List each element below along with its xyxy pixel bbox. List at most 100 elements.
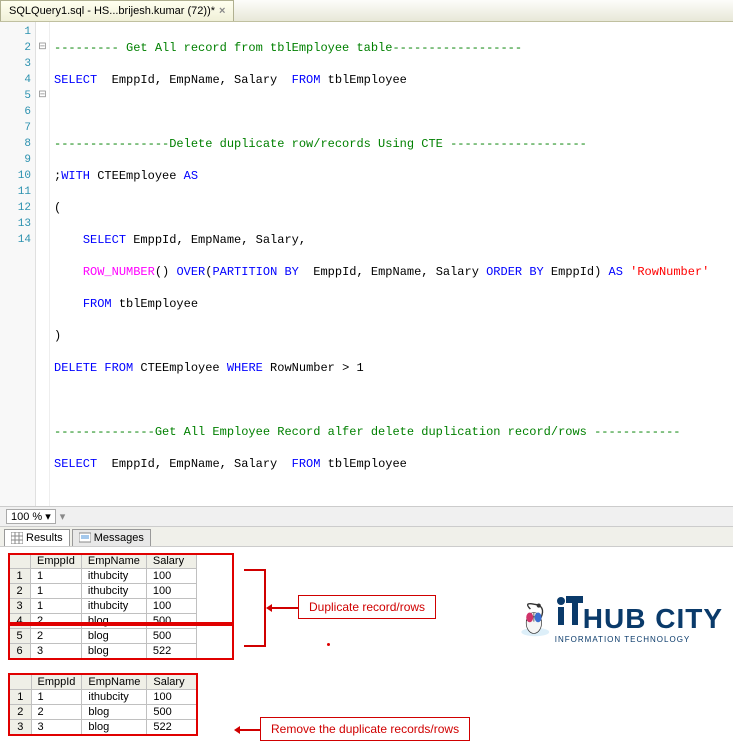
- cell[interactable]: 1: [31, 569, 82, 584]
- grid-corner: [9, 554, 31, 569]
- code-text: tblEmployee: [320, 457, 406, 471]
- col-header[interactable]: Salary: [146, 554, 196, 569]
- cell[interactable]: 3: [31, 720, 82, 736]
- table-row[interactable]: 21ithubcity100: [9, 584, 197, 599]
- row-header[interactable]: 3: [9, 599, 31, 614]
- code-text: RowNumber > 1: [263, 361, 364, 375]
- code-string: 'RowNumber': [630, 265, 709, 279]
- cell[interactable]: blog: [81, 629, 146, 644]
- cell[interactable]: ithubcity: [81, 569, 146, 584]
- line-gutter: 1234567891011121314: [0, 22, 36, 506]
- code-kw: WITH: [61, 169, 90, 183]
- cell[interactable]: blog: [81, 644, 146, 659]
- row-header[interactable]: 1: [9, 569, 31, 584]
- col-header[interactable]: Salary: [147, 674, 197, 690]
- code-text: CTEEmployee: [133, 361, 227, 375]
- result-grid-1[interactable]: EmppId EmpName Salary 11ithubcity10021it…: [8, 553, 197, 659]
- row-header[interactable]: 2: [9, 584, 31, 599]
- cell[interactable]: blog: [82, 720, 147, 736]
- code-kw: PARTITION BY: [212, 265, 298, 279]
- row-header[interactable]: 3: [9, 720, 31, 736]
- cell[interactable]: 3: [31, 644, 82, 659]
- code-kw: SELECT: [83, 233, 126, 247]
- cell[interactable]: 2: [31, 614, 82, 629]
- annotation-arrow: [236, 729, 260, 731]
- code-kw: SELECT: [54, 457, 97, 471]
- code-text: EmppId, EmpName, Salary: [299, 265, 486, 279]
- code-kw: FROM: [83, 297, 112, 311]
- cell[interactable]: 522: [147, 720, 197, 736]
- chevron-down-icon: ▾: [45, 510, 51, 523]
- cell[interactable]: 1: [31, 599, 82, 614]
- file-tab-bar: SQLQuery1.sql - HS...brijesh.kumar (72))…: [0, 0, 733, 22]
- code-text: [54, 265, 83, 279]
- logo: HUB CITY INFORMATION TECHNOLOGY: [513, 592, 723, 662]
- code-area[interactable]: --------- Get All record from tblEmploye…: [50, 22, 733, 506]
- callout-duplicate: Duplicate record/rows: [298, 595, 436, 619]
- cell[interactable]: 1: [31, 584, 82, 599]
- cell[interactable]: 2: [31, 705, 82, 720]
- code-kw: FROM: [292, 457, 321, 471]
- col-header[interactable]: EmppId: [31, 554, 82, 569]
- cell[interactable]: 522: [146, 644, 196, 659]
- table-row[interactable]: 42blog500: [9, 614, 197, 629]
- cell[interactable]: 100: [147, 690, 197, 705]
- col-header[interactable]: EmpName: [82, 674, 147, 690]
- grid-corner: [9, 674, 31, 690]
- code-text: EmppId, EmpName, Salary: [97, 457, 291, 471]
- code-comment: ----------------Delete duplicate row/rec…: [54, 137, 587, 151]
- close-icon[interactable]: ×: [219, 5, 225, 17]
- messages-tab[interactable]: Messages: [72, 529, 151, 546]
- cell[interactable]: ithubcity: [81, 599, 146, 614]
- cell[interactable]: 100: [146, 599, 196, 614]
- table-row[interactable]: 31ithubcity100: [9, 599, 197, 614]
- table-row[interactable]: 52blog500: [9, 629, 197, 644]
- row-header[interactable]: 2: [9, 705, 31, 720]
- cell[interactable]: ithubcity: [81, 584, 146, 599]
- cell[interactable]: 500: [147, 705, 197, 720]
- file-tab-title: SQLQuery1.sql - HS...brijesh.kumar (72))…: [9, 5, 215, 17]
- code-text: EmppId, EmpName, Salary,: [126, 233, 306, 247]
- row-header[interactable]: 4: [9, 614, 31, 629]
- cell[interactable]: 500: [146, 629, 196, 644]
- file-tab[interactable]: SQLQuery1.sql - HS...brijesh.kumar (72))…: [0, 0, 234, 21]
- table-row[interactable]: 22blog500: [9, 705, 197, 720]
- col-header[interactable]: EmppId: [31, 674, 82, 690]
- table-row[interactable]: 11ithubcity100: [9, 690, 197, 705]
- zoom-dropdown[interactable]: 100 % ▾: [6, 509, 56, 524]
- code-text: CTEEmployee: [90, 169, 184, 183]
- code-kw: WHERE: [227, 361, 263, 375]
- cell[interactable]: 500: [146, 614, 196, 629]
- code-kw: DELETE FROM: [54, 361, 133, 375]
- code-text: tblEmployee: [112, 297, 198, 311]
- col-header[interactable]: EmpName: [81, 554, 146, 569]
- callout-remove: Remove the duplicate records/rows: [260, 717, 470, 741]
- row-header[interactable]: 6: [9, 644, 31, 659]
- sql-editor[interactable]: 1234567891011121314 ⊟⊟ --------- Get All…: [0, 22, 733, 506]
- results-tab[interactable]: Results: [4, 529, 70, 546]
- cell[interactable]: 100: [146, 584, 196, 599]
- result-tab-bar: Results Messages: [0, 527, 733, 547]
- row-header[interactable]: 1: [9, 690, 31, 705]
- code-kw: OVER: [176, 265, 205, 279]
- cell[interactable]: ithubcity: [82, 690, 147, 705]
- code-kw: AS: [184, 169, 198, 183]
- logo-word: HUB: [583, 603, 647, 635]
- annotation-dot: [327, 643, 330, 646]
- code-text: EmppId): [544, 265, 609, 279]
- code-comment: --------------Get All Employee Record al…: [54, 425, 681, 439]
- cell[interactable]: blog: [82, 705, 147, 720]
- cell[interactable]: 2: [31, 629, 82, 644]
- cell[interactable]: 1: [31, 690, 82, 705]
- cell[interactable]: blog: [81, 614, 146, 629]
- cell[interactable]: 100: [146, 569, 196, 584]
- code-kw: ORDER BY: [486, 265, 544, 279]
- code-kw: AS: [609, 265, 623, 279]
- zoom-marker: ▾: [60, 510, 66, 523]
- table-row[interactable]: 33blog522: [9, 720, 197, 736]
- row-header[interactable]: 5: [9, 629, 31, 644]
- table-row[interactable]: 11ithubcity100: [9, 569, 197, 584]
- logo-it-icon: [555, 596, 583, 628]
- table-row[interactable]: 63blog522: [9, 644, 197, 659]
- result-grid-2[interactable]: EmppId EmpName Salary 11ithubcity10022bl…: [8, 673, 198, 736]
